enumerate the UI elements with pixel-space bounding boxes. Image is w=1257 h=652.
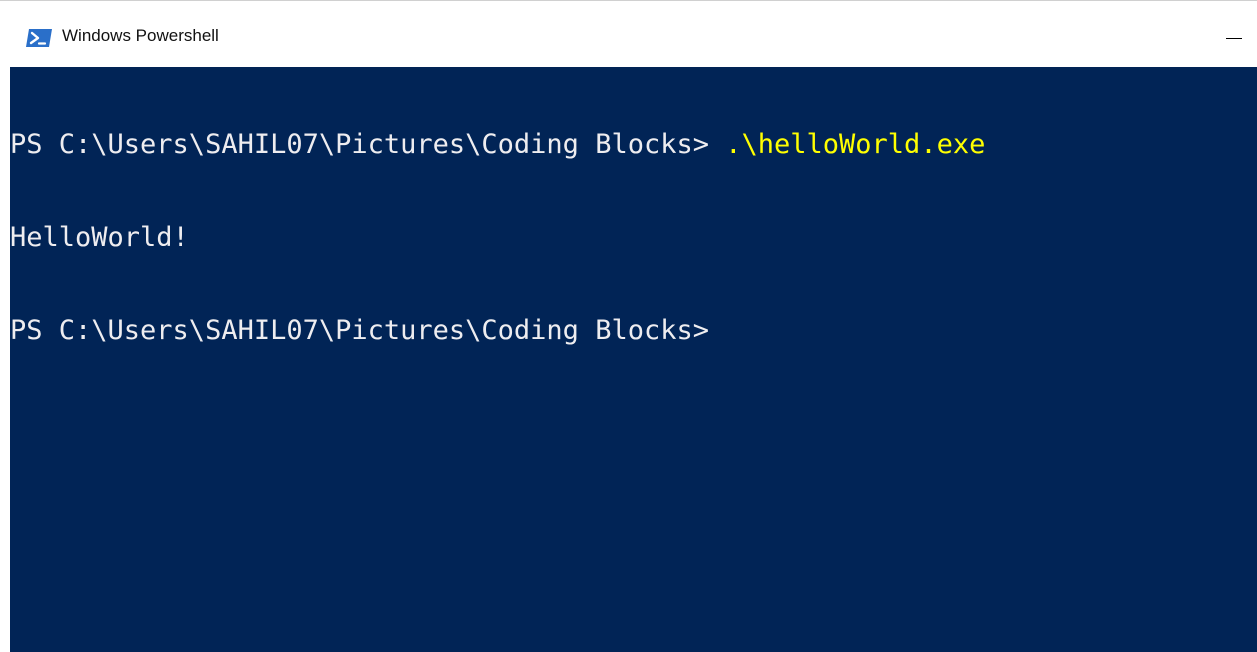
console-line-1: PS C:\Users\SAHIL07\Pictures\Coding Bloc… — [10, 129, 985, 160]
prompt-text: PS C:\Users\SAHIL07\Pictures\Coding Bloc… — [10, 315, 709, 346]
prompt-text: PS C:\Users\SAHIL07\Pictures\Coding Bloc… — [10, 129, 726, 160]
powershell-icon — [26, 28, 52, 48]
command-text: .\helloWorld.exe — [725, 129, 986, 160]
console-area[interactable]: PS C:\Users\SAHIL07\Pictures\Coding Bloc… — [10, 67, 1257, 652]
minimize-button[interactable] — [1211, 9, 1257, 67]
minimize-icon — [1226, 38, 1242, 39]
console-line-2: HelloWorld! — [10, 222, 985, 253]
powershell-window: Windows Powershell PS C:\Users\SAHIL07\P… — [0, 0, 1257, 652]
output-text: HelloWorld! — [10, 222, 189, 253]
window-title: Windows Powershell — [62, 26, 219, 45]
console-output: PS C:\Users\SAHIL07\Pictures\Coding Bloc… — [10, 67, 985, 408]
title-bar[interactable]: Windows Powershell — [0, 9, 1257, 67]
console-line-3: PS C:\Users\SAHIL07\Pictures\Coding Bloc… — [10, 315, 985, 346]
